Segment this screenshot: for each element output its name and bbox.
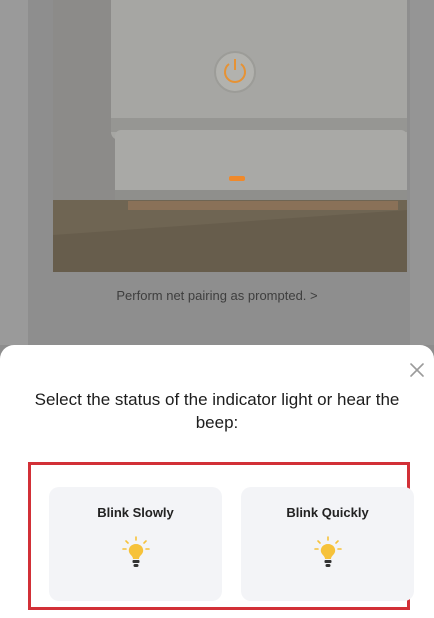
lightbulb-icon bbox=[313, 536, 342, 567]
blink-quickly-option[interactable]: Blink Quickly bbox=[241, 487, 414, 601]
blink-slowly-option[interactable]: Blink Slowly bbox=[49, 487, 222, 601]
indicator-light bbox=[229, 176, 245, 181]
bottom-sheet: Select the status of the indicator light… bbox=[0, 345, 434, 618]
pairing-hint-link[interactable]: Perform net pairing as prompted. > bbox=[0, 288, 434, 303]
device-photo bbox=[53, 0, 407, 272]
lightbulb-icon bbox=[121, 536, 150, 567]
option-label: Blink Slowly bbox=[97, 505, 174, 520]
close-icon bbox=[410, 363, 424, 377]
power-icon bbox=[214, 51, 256, 93]
dialog-title: Select the status of the indicator light… bbox=[34, 390, 400, 432]
option-label: Blink Quickly bbox=[286, 505, 369, 520]
options-highlight-frame: Blink Slowly Blink Quickly bbox=[28, 462, 414, 610]
close-button[interactable] bbox=[406, 359, 428, 381]
